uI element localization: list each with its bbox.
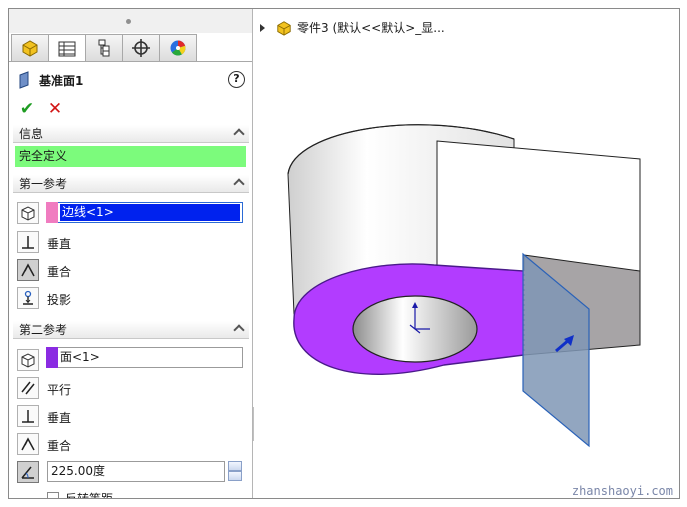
second-option-coincident: 重合 xyxy=(47,439,72,453)
second-option-parallel: 平行 xyxy=(47,383,72,397)
angle-button[interactable] xyxy=(17,461,39,483)
feature-header: 基准面1 ? xyxy=(17,69,247,91)
second-reference-value: 面<1> xyxy=(60,350,100,364)
collapse-caret-icon[interactable] xyxy=(233,128,245,140)
watermark: zhanshaoyi.com xyxy=(571,484,673,498)
dimxpert-manager-tab[interactable] xyxy=(122,34,160,61)
plane-icon xyxy=(19,71,29,89)
first-option-perpendicular: 垂直 xyxy=(47,237,72,251)
selection-color-swatch xyxy=(46,347,58,368)
flip-offset-label: 反转等距 xyxy=(65,492,114,499)
coincident-icon xyxy=(21,263,35,277)
angle-icon xyxy=(21,466,34,479)
coincident-button[interactable] xyxy=(17,259,39,281)
second-reference-header[interactable]: 第二参考 xyxy=(13,321,249,339)
configuration-manager-tab[interactable] xyxy=(85,34,123,61)
info-group-header[interactable]: 信息 xyxy=(13,125,249,143)
first-reference-title: 第一参考 xyxy=(19,177,68,191)
angle-spinner[interactable] xyxy=(228,461,242,482)
project-icon xyxy=(23,290,33,305)
first-reference-entity-icon xyxy=(17,202,39,224)
first-option-coincident: 重合 xyxy=(47,265,72,279)
feature-manager-tab[interactable] xyxy=(11,34,49,61)
property-list-icon xyxy=(58,41,76,56)
collapse-caret-icon[interactable] xyxy=(233,178,245,190)
first-reference-value: 边线<1> xyxy=(60,204,240,221)
first-reference-header[interactable]: 第一参考 xyxy=(13,175,249,193)
flip-offset-checkbox[interactable] xyxy=(47,492,59,498)
cube-select-icon xyxy=(21,206,35,221)
second-reference-title: 第二参考 xyxy=(19,323,68,337)
graphics-area[interactable]: 零件3 (默认<<默认>_显... zhanshaoyi.com xyxy=(254,9,680,499)
perpendicular-button[interactable] xyxy=(17,231,39,253)
ok-button[interactable]: ✔ xyxy=(17,100,37,118)
project-button[interactable] xyxy=(17,287,39,309)
solidworks-window: 基准面1 ? ✔ ✕ 信息 完全定义 第一参考 边线<1> 垂直 重合 投影 第… xyxy=(8,8,680,499)
feature-actions: ✔ ✕ xyxy=(17,100,65,118)
perpendicular-icon xyxy=(22,236,34,249)
second-reference-entity-icon xyxy=(17,349,39,371)
model-view[interactable] xyxy=(254,9,680,499)
first-option-project: 投影 xyxy=(47,293,72,307)
manager-tabs xyxy=(11,34,197,62)
spin-down-button[interactable] xyxy=(228,471,242,481)
perpendicular-button-2[interactable] xyxy=(17,405,39,427)
crosshair-icon xyxy=(132,39,150,57)
selection-color-swatch xyxy=(46,202,58,223)
perpendicular-icon xyxy=(22,410,34,423)
parallel-button[interactable] xyxy=(17,377,39,399)
feature-title: 基准面1 xyxy=(39,73,84,88)
help-icon[interactable]: ? xyxy=(228,71,245,88)
status-message: 完全定义 xyxy=(15,146,246,167)
configuration-icon xyxy=(98,39,110,57)
collapse-caret-icon[interactable] xyxy=(233,324,245,336)
second-option-perpendicular: 垂直 xyxy=(47,411,72,425)
color-wheel-icon xyxy=(170,40,186,56)
cancel-button[interactable]: ✕ xyxy=(45,100,65,118)
property-manager: 基准面1 ? ✔ ✕ 信息 完全定义 第一参考 边线<1> 垂直 重合 投影 第… xyxy=(9,9,253,499)
second-reference-selection[interactable]: 面<1> xyxy=(46,347,243,368)
part-icon xyxy=(22,40,38,57)
property-manager-tab[interactable] xyxy=(48,34,86,62)
block-face-upper[interactable] xyxy=(436,140,641,272)
cube-select-icon xyxy=(21,353,35,368)
grip-dot xyxy=(126,19,131,24)
tab-divider xyxy=(9,61,252,62)
display-manager-tab[interactable] xyxy=(159,34,197,61)
first-reference-selection[interactable]: 边线<1> xyxy=(46,202,243,223)
coincident-button-2[interactable] xyxy=(17,433,39,455)
panel-grip[interactable] xyxy=(9,9,252,33)
coincident-icon xyxy=(21,437,35,451)
parallel-icon xyxy=(21,381,35,395)
spin-up-button[interactable] xyxy=(228,461,242,471)
angle-input[interactable]: 225.00度 xyxy=(47,461,225,482)
info-group-title: 信息 xyxy=(19,127,44,141)
